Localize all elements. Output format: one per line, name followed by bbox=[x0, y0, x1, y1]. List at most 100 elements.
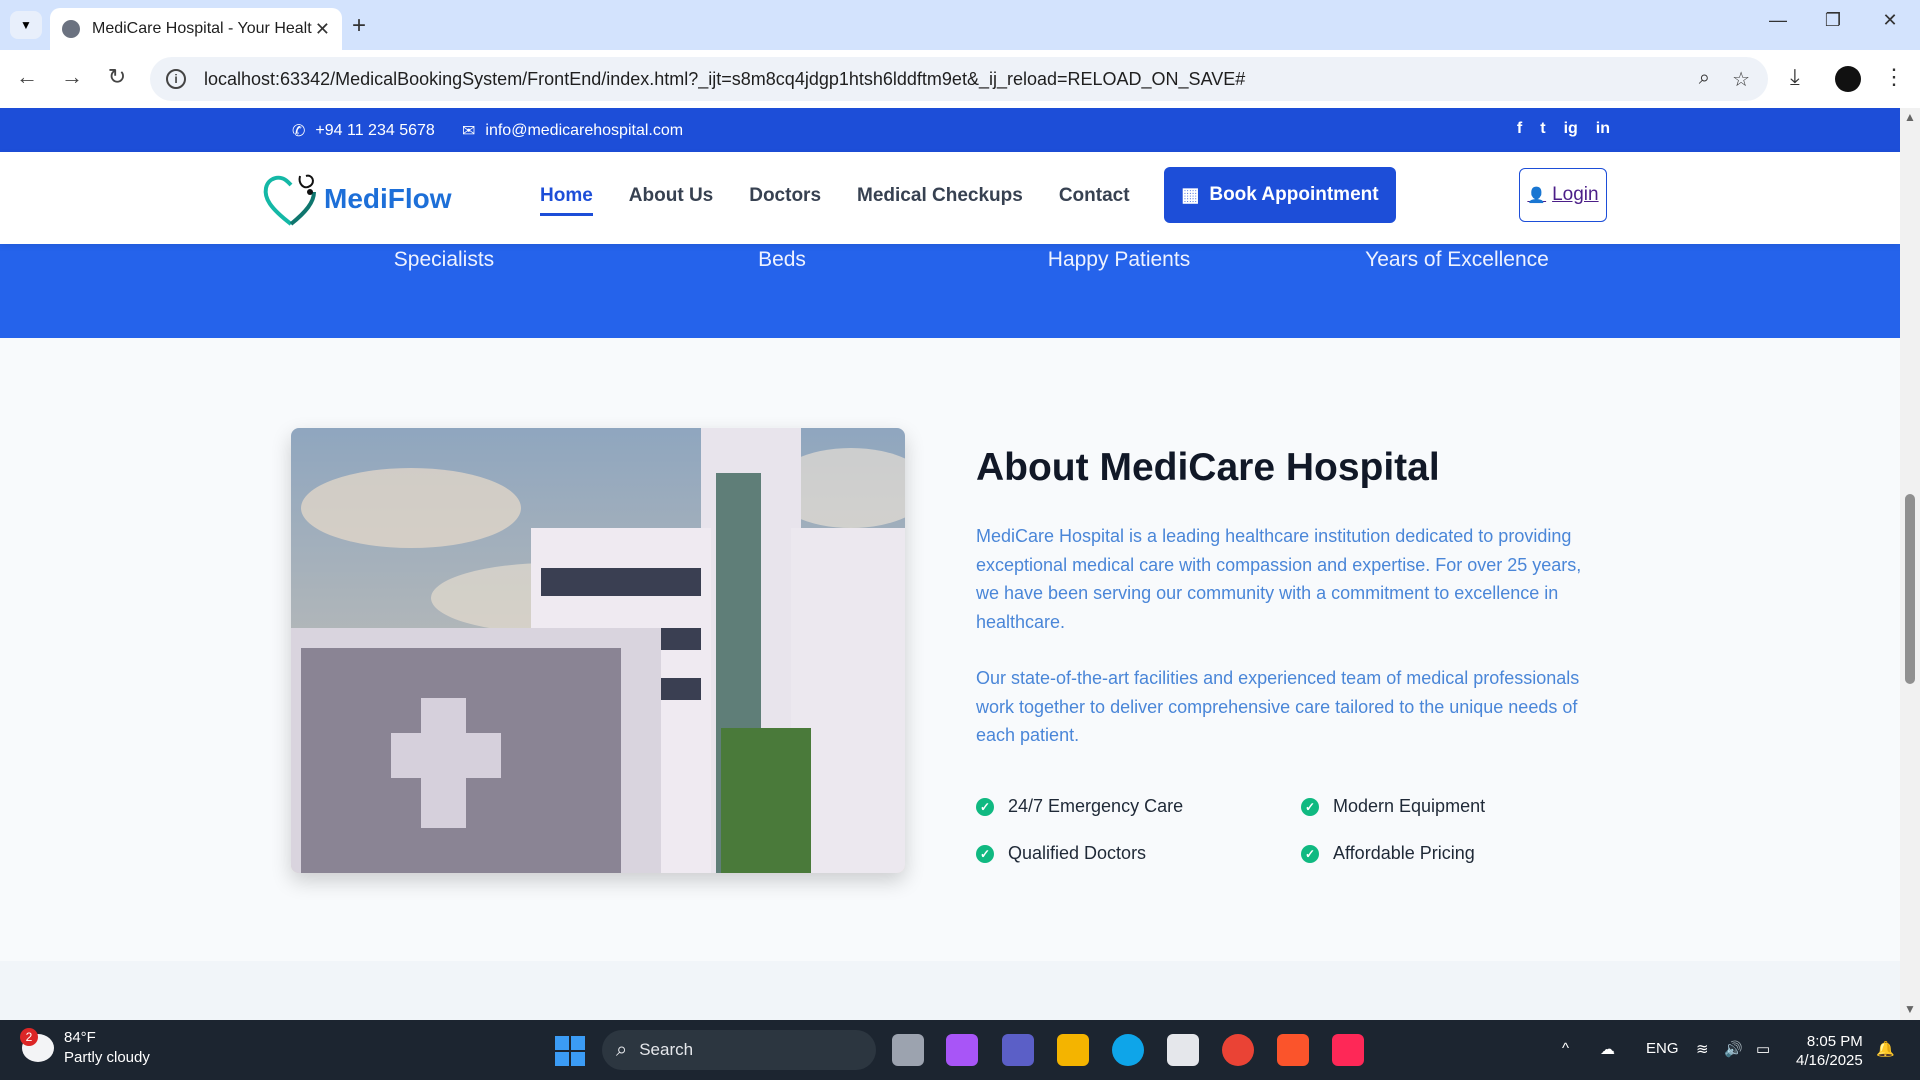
file-explorer-icon[interactable] bbox=[1057, 1034, 1089, 1066]
main-nav: Home About Us Doctors Medical Checkups C… bbox=[540, 185, 1130, 216]
chevron-down-icon: ▼ bbox=[20, 18, 32, 32]
brave-icon[interactable] bbox=[1277, 1034, 1309, 1066]
taskbar-search[interactable]: ⌕ Search bbox=[602, 1030, 876, 1070]
partly-cloudy-icon: 2 bbox=[20, 1028, 54, 1062]
phone-text: +94 11 234 5678 bbox=[315, 122, 435, 139]
edge-icon[interactable] bbox=[1112, 1034, 1144, 1066]
search-label: Search bbox=[639, 1040, 694, 1059]
calendar-icon: ▦ bbox=[1181, 184, 1200, 206]
about-title: About MediCare Hospital bbox=[976, 446, 1440, 489]
heart-stethoscope-icon bbox=[263, 174, 316, 226]
stat-label-years: Years of Excellence bbox=[1365, 248, 1549, 271]
chevron-up-icon[interactable]: ^ bbox=[1562, 1040, 1569, 1057]
linkedin-icon[interactable]: in bbox=[1596, 120, 1610, 138]
phone-contact[interactable]: ✆ +94 11 234 5678 bbox=[292, 121, 435, 141]
task-view-icon[interactable] bbox=[892, 1034, 924, 1066]
about-paragraph-2: Our state-of-the-art facilities and expe… bbox=[976, 668, 1580, 745]
book-appointment-button[interactable]: ▦ Book Appointment bbox=[1164, 167, 1396, 223]
windows-taskbar: 2 84°F Partly cloudy ⌕ Search ^ ☁ ENG ≋ … bbox=[0, 1020, 1920, 1080]
check-circle-icon: ✓ bbox=[976, 797, 994, 816]
chrome-icon[interactable] bbox=[1222, 1034, 1254, 1066]
clock-date: 4/16/2025 bbox=[1796, 1052, 1863, 1069]
scrollbar-thumb[interactable] bbox=[1905, 494, 1915, 684]
microsoft-store-icon[interactable] bbox=[1167, 1034, 1199, 1066]
close-icon[interactable]: ✕ bbox=[315, 19, 330, 40]
nav-contact[interactable]: Contact bbox=[1059, 185, 1130, 216]
stat-label-specialists: Specialists bbox=[393, 248, 495, 271]
check-circle-icon: ✓ bbox=[1301, 797, 1319, 816]
bookmark-star-icon[interactable]: ☆ bbox=[1732, 67, 1750, 92]
system-clock[interactable]: 8:05 PM 4/16/2025 bbox=[1796, 1032, 1863, 1070]
onedrive-cloud-icon[interactable]: ☁ bbox=[1600, 1040, 1615, 1058]
nav-about[interactable]: About Us bbox=[629, 185, 713, 216]
user-icon: 👤 bbox=[1527, 187, 1547, 204]
search-icon: ⌕ bbox=[616, 1038, 628, 1061]
intellij-icon[interactable] bbox=[1332, 1034, 1364, 1066]
scroll-down-arrow-icon[interactable]: ▼ bbox=[1904, 1002, 1916, 1016]
page-viewport: ✆ +94 11 234 5678 ✉ info@medicarehospita… bbox=[0, 108, 1900, 1020]
windows-start-icon[interactable] bbox=[555, 1036, 585, 1066]
language-indicator[interactable]: ENG bbox=[1646, 1040, 1679, 1057]
profile-avatar[interactable] bbox=[1835, 66, 1861, 92]
tab-search-button[interactable]: ▼ bbox=[10, 11, 42, 39]
phone-icon: ✆ bbox=[292, 123, 306, 140]
email-contact[interactable]: ✉ info@medicarehospital.com bbox=[462, 121, 683, 141]
site-header: MediFlow Home About Us Doctors Medical C… bbox=[0, 152, 1900, 244]
stat-label-patients: Happy Patients bbox=[1047, 248, 1191, 271]
copilot-icon[interactable] bbox=[946, 1034, 978, 1066]
notification-bell-icon[interactable]: 🔔 bbox=[1876, 1040, 1895, 1058]
feature-item: ✓ Modern Equipment bbox=[1301, 796, 1485, 817]
login-button[interactable]: 👤 Login bbox=[1519, 168, 1607, 222]
zoom-icon[interactable]: ⌕ bbox=[1699, 67, 1710, 90]
site-info-icon[interactable]: i bbox=[166, 69, 186, 89]
check-circle-icon: ✓ bbox=[976, 844, 994, 863]
new-tab-button[interactable]: + bbox=[352, 12, 366, 40]
feature-item: ✓ Affordable Pricing bbox=[1301, 843, 1475, 864]
feature-label: Qualified Doctors bbox=[1008, 843, 1147, 863]
battery-icon[interactable]: ▭ bbox=[1756, 1040, 1770, 1058]
minimize-icon[interactable]: — bbox=[1758, 10, 1798, 31]
brand-name: MediFlow bbox=[324, 183, 452, 214]
site-logo[interactable]: MediFlow bbox=[260, 170, 452, 228]
teams-icon[interactable] bbox=[1002, 1034, 1034, 1066]
next-section bbox=[0, 961, 1900, 1020]
url-text[interactable]: localhost:63342/MedicalBookingSystem/Fro… bbox=[204, 69, 1245, 90]
download-icon[interactable]: ⤓ bbox=[1790, 64, 1800, 90]
feature-label: Affordable Pricing bbox=[1333, 843, 1475, 863]
stats-band: Specialists Beds Happy Patients Years of… bbox=[0, 244, 1900, 338]
wifi-icon[interactable]: ≋ bbox=[1696, 1040, 1709, 1058]
back-arrow-icon[interactable]: ← bbox=[12, 64, 42, 90]
menu-kebab-icon[interactable]: ⋮ bbox=[1883, 64, 1905, 90]
twitter-icon[interactable]: t bbox=[1540, 120, 1545, 138]
feature-label: Modern Equipment bbox=[1333, 796, 1486, 816]
clock-time: 8:05 PM bbox=[1806, 1033, 1863, 1050]
tab-title: MediCare Hospital - Your Healt bbox=[92, 20, 312, 37]
nav-checkups[interactable]: Medical Checkups bbox=[857, 185, 1023, 216]
restore-icon[interactable]: ❐ bbox=[1813, 10, 1853, 31]
social-links: f t ig in bbox=[1517, 120, 1610, 138]
reload-icon[interactable]: ↻ bbox=[102, 64, 132, 90]
nav-home[interactable]: Home bbox=[540, 185, 593, 216]
browser-toolbar: ← → ↻ i localhost:63342/MedicalBookingSy… bbox=[0, 50, 1920, 108]
login-label: Login bbox=[1552, 184, 1599, 205]
address-bar[interactable]: i localhost:63342/MedicalBookingSystem/F… bbox=[150, 57, 1768, 101]
book-appointment-label: Book Appointment bbox=[1209, 184, 1379, 205]
window-close-icon[interactable]: ✕ bbox=[1870, 10, 1910, 31]
feature-label: 24/7 Emergency Care bbox=[1008, 796, 1184, 816]
scroll-up-arrow-icon[interactable]: ▲ bbox=[1904, 110, 1916, 124]
page-scrollbar[interactable]: ▲ ▼ bbox=[1900, 108, 1920, 1020]
nav-doctors[interactable]: Doctors bbox=[749, 185, 821, 216]
instagram-icon[interactable]: ig bbox=[1564, 120, 1578, 138]
hospital-building-image bbox=[291, 428, 905, 873]
notification-badge: 2 bbox=[20, 1028, 38, 1046]
browser-tab[interactable]: MediCare Hospital - Your Healt ✕ bbox=[50, 8, 342, 50]
volume-icon[interactable]: 🔊 bbox=[1724, 1040, 1743, 1058]
feature-item: ✓ Qualified Doctors bbox=[976, 843, 1146, 864]
contact-topbar: ✆ +94 11 234 5678 ✉ info@medicarehospita… bbox=[0, 108, 1900, 152]
weather-widget[interactable]: 2 84°F Partly cloudy bbox=[20, 1028, 150, 1068]
check-circle-icon: ✓ bbox=[1301, 844, 1319, 863]
stat-label-beds: Beds bbox=[758, 248, 806, 271]
forward-arrow-icon[interactable]: → bbox=[57, 64, 87, 90]
facebook-icon[interactable]: f bbox=[1517, 120, 1522, 138]
temperature-text: 84°F bbox=[64, 1029, 96, 1046]
